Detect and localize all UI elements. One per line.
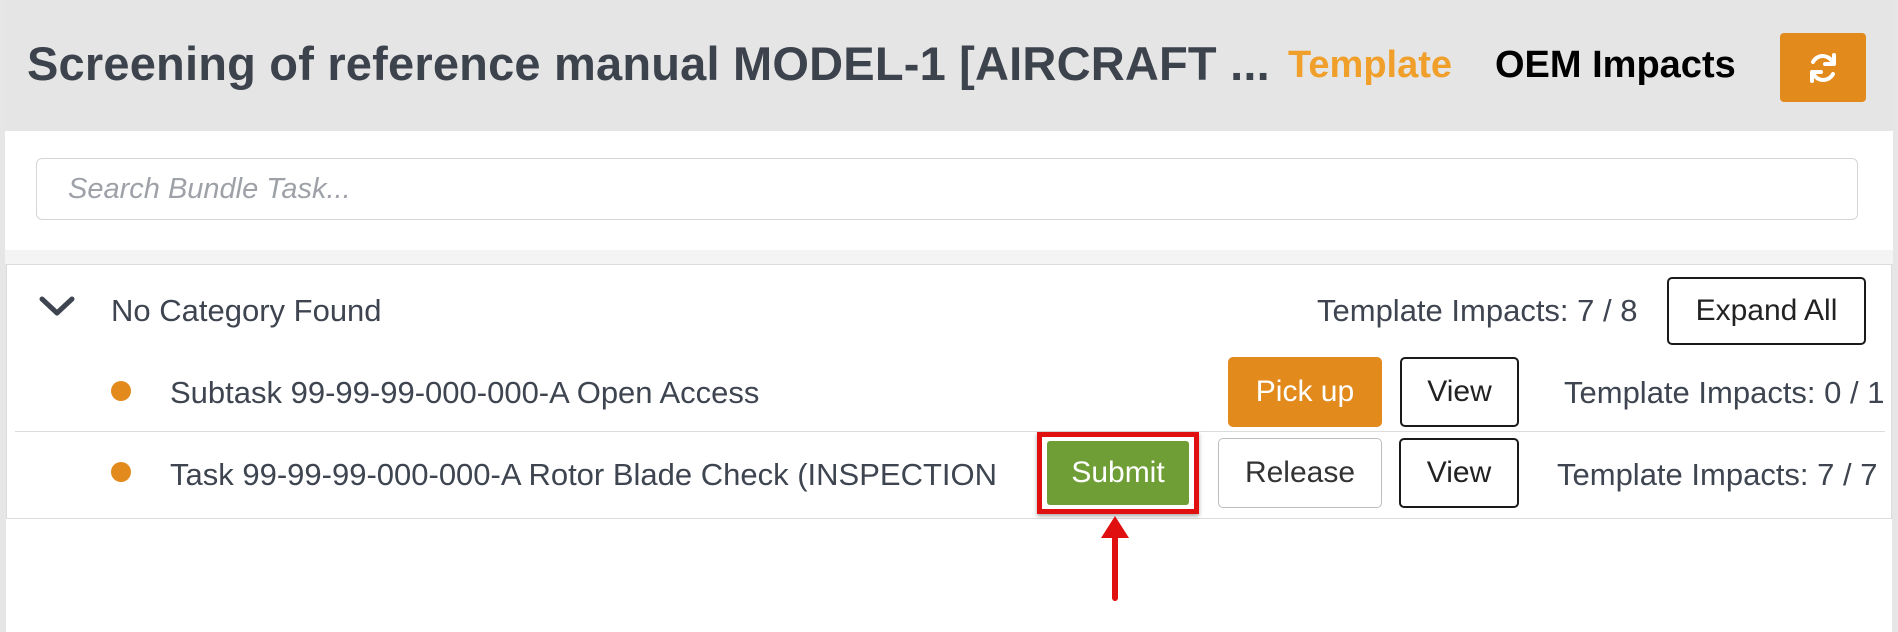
tab-template[interactable]: Template — [1288, 44, 1452, 87]
list-item: Subtask 99-99-99-000-000-A Open Access P… — [15, 351, 1885, 431]
section-divider — [5, 250, 1893, 264]
view-button[interactable]: View — [1400, 357, 1519, 427]
tab-oem-impacts[interactable]: OEM Impacts — [1495, 44, 1736, 87]
category-row: No Category Found Template Impacts: 7 / … — [7, 265, 1891, 351]
task-list-panel: No Category Found Template Impacts: 7 / … — [6, 264, 1892, 519]
category-template-impacts: Template Impacts: 7 / 8 — [1317, 293, 1638, 328]
status-dot-icon — [111, 381, 131, 401]
status-dot-icon — [111, 462, 131, 482]
task-label: Subtask 99-99-99-000-000-A Open Access — [170, 375, 760, 410]
refresh-icon — [1810, 52, 1836, 83]
search-section — [5, 131, 1893, 250]
view-button[interactable]: View — [1399, 438, 1519, 508]
expand-all-button[interactable]: Expand All — [1667, 277, 1866, 345]
task-template-impacts: Template Impacts: 7 / 7 — [1557, 457, 1878, 492]
pick-up-button[interactable]: Pick up — [1228, 357, 1382, 427]
page-title: Screening of reference manual MODEL-1 [A… — [27, 37, 1270, 90]
list-item: Task 99-99-99-000-000-A Rotor Blade Chec… — [15, 431, 1885, 514]
refresh-button[interactable] — [1780, 33, 1866, 102]
header-bar: Screening of reference manual MODEL-1 [A… — [5, 0, 1893, 131]
arrow-up-icon — [1101, 516, 1129, 601]
chevron-down-icon[interactable] — [37, 291, 77, 321]
submit-button[interactable]: Submit — [1047, 441, 1189, 505]
category-label: No Category Found — [111, 293, 382, 328]
task-template-impacts: Template Impacts: 0 / 1 — [1564, 375, 1885, 410]
task-label: Task 99-99-99-000-000-A Rotor Blade Chec… — [170, 457, 998, 492]
page: Screening of reference manual MODEL-1 [A… — [0, 0, 1898, 632]
release-button[interactable]: Release — [1218, 438, 1382, 508]
search-input[interactable] — [36, 158, 1858, 220]
